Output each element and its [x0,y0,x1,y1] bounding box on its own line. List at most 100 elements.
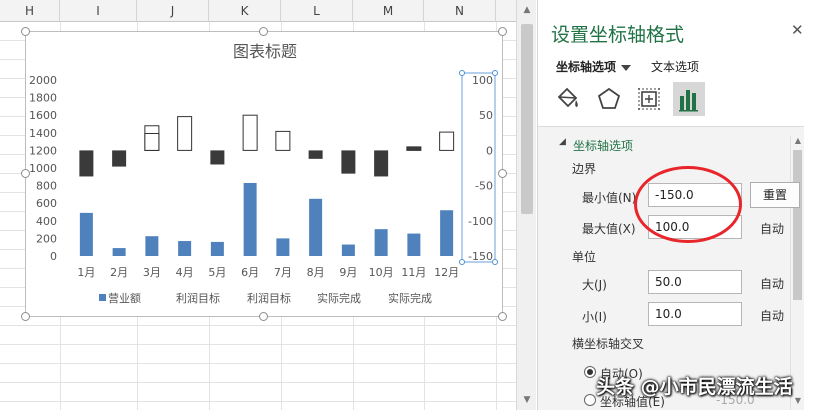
scroll-thumb[interactable] [521,24,533,214]
major-label: 大(J) [582,278,607,292]
size-properties-icon[interactable] [634,84,664,114]
chart-resize-handle[interactable] [21,312,30,321]
chart-resize-handle[interactable] [259,312,268,321]
primary-axis-tick-label: 400 [36,215,57,228]
minor-status: 自动 [760,309,785,323]
close-icon[interactable]: ✕ [791,21,804,39]
bar-revenue-7 [276,238,290,256]
bar-revenue-1 [79,212,93,256]
chart-object[interactable]: 图表标题 2000 1800 1600 1400 1200 1000 800 600 400 200… [25,31,503,317]
column-header-l[interactable]: L [281,0,353,22]
scroll-up-icon[interactable]: ▲ [793,136,803,145]
bar-revenue-6 [243,182,257,256]
legend-swatch-revenue [99,294,106,301]
category-label: 10月 [369,266,394,279]
reset-button[interactable]: 重置 [750,182,800,208]
max-label: 最大值(X) [582,222,636,236]
paint-bucket-icon[interactable] [553,84,583,114]
secondary-axis-tick-label: -150 [468,250,493,263]
secondary-axis-tick-label: 100 [472,74,493,87]
primary-axis-tick-label: 1000 [29,162,57,175]
units-label: 单位 [572,250,597,264]
bar-revenue-2 [112,248,126,256]
box-actual-pos-12 [439,131,455,151]
secondary-axis-selection-box [461,72,496,263]
scroll-up-icon[interactable]: ▲ [517,0,537,20]
box-profit-target-6 [242,114,258,151]
pane-scroll-thumb[interactable] [793,150,802,300]
chart-svg: 图表标题200018001600140012001000800600400200… [29,42,498,305]
sheet-vertical-scrollbar[interactable]: ▲ ▼ [516,0,536,410]
category-label: 3月 [143,266,161,279]
legend-entry: 营业额 [108,291,141,305]
max-status: 自动 [760,222,785,236]
highlight-ellipse [634,166,742,243]
primary-axis-tick-label: 0 [50,250,57,263]
category-label: 4月 [176,266,194,279]
box-actual-pos-11 [406,146,422,151]
section-axis-options[interactable]: 坐标轴选项 [573,137,633,154]
gridline [0,363,516,364]
chart-resize-handle[interactable] [259,27,268,36]
chart-resize-handle[interactable] [21,169,30,178]
category-label: 12月 [434,266,459,279]
cross-label: 横坐标轴交叉 [572,337,645,351]
box-actual-neg-1 [79,150,94,177]
minor-input[interactable]: 10.0 [648,302,742,326]
primary-axis-tick-label: 1200 [29,144,57,157]
axis-selection-handle [492,70,498,76]
bar-revenue-5 [210,241,224,256]
primary-axis-tick-label: 2000 [29,74,57,87]
chevron-down-icon[interactable] [621,64,632,71]
column-header-i[interactable]: I [60,0,137,22]
box-actual-neg-8 [308,150,323,159]
bounds-label: 边界 [572,162,597,176]
column-header-k[interactable]: K [209,0,281,22]
minor-label: 小(I) [582,310,607,324]
legend-entry: 实际完成 [388,291,432,305]
column-header-n[interactable]: N [424,0,496,22]
gridline [0,401,516,402]
box-actual-neg-5 [210,150,225,165]
secondary-axis-tick-label: 0 [486,144,493,157]
column-header-m[interactable]: M [353,0,424,22]
major-input[interactable]: 50.0 [648,270,742,294]
column-header-h[interactable]: H [0,0,60,22]
chart-resize-handle[interactable] [498,312,507,321]
watermark: 头条 @小市民漂流生活 [596,376,793,398]
chart-resize-handle[interactable] [21,27,30,36]
category-label: 6月 [241,266,259,279]
pentagon-effects-icon[interactable] [594,84,624,114]
pane-title: 设置坐标轴格式 [551,24,685,46]
box-profit-target-7 [275,130,291,151]
gridline [0,325,516,326]
primary-axis-tick-label: 1400 [29,127,57,140]
category-label: 5月 [208,266,226,279]
cross-value-radio[interactable] [584,394,596,406]
scroll-down-icon[interactable]: ▼ [517,390,537,410]
category-label: 8月 [307,266,325,279]
cross-auto-radio[interactable] [584,366,596,378]
category-label: 1月 [77,266,95,279]
major-status: 自动 [760,277,785,291]
tab-text-options[interactable]: 文本选项 [651,58,699,75]
tab-axis-options[interactable]: 坐标轴选项 [556,58,632,75]
column-header-j[interactable]: J [137,0,209,22]
axis-selection-handle [459,70,465,76]
bar-chart-icon[interactable] [674,84,704,114]
scroll-down-icon[interactable]: ▼ [793,396,803,405]
chart-resize-handle[interactable] [498,27,507,36]
bar-revenue-4 [178,241,192,256]
primary-axis-tick-label: 1600 [29,109,57,122]
section-collapse-icon[interactable]: ◢ [559,137,566,147]
category-label: 7月 [274,266,292,279]
chart-resize-handle[interactable] [498,169,507,178]
column-headers: H I J K L M N [0,0,516,22]
pane-scrollbar[interactable]: ▲ ▼ [790,136,804,410]
axis-selection-handle [492,259,498,265]
box-actual-neg-2 [112,150,127,167]
gridline [0,382,516,383]
legend-entry: 利润目标 [176,291,220,305]
primary-axis-tick-label: 200 [36,232,57,245]
chart-title: 图表标题 [233,42,297,61]
